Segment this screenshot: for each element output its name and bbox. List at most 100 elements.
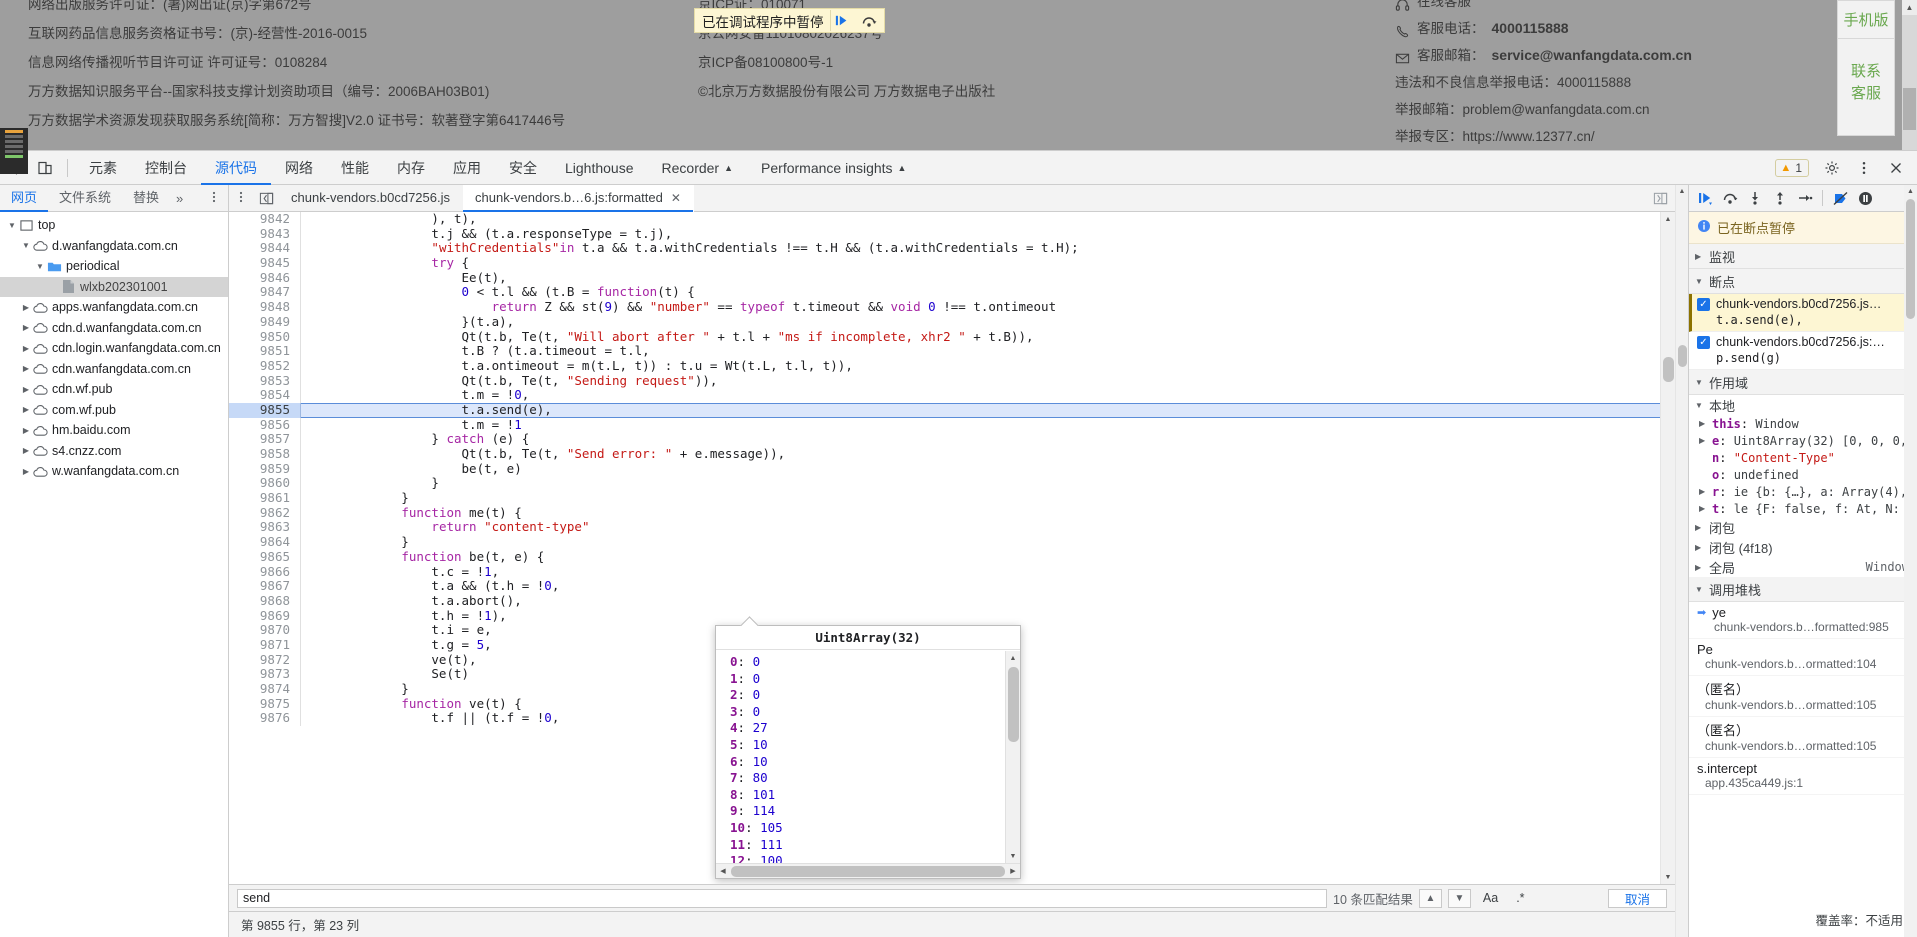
- gear-icon[interactable]: [1817, 154, 1847, 182]
- code-line[interactable]: 9864 }: [229, 534, 1660, 550]
- scope-variable[interactable]: o: undefined: [1689, 466, 1917, 483]
- tab-memory[interactable]: 内存: [383, 151, 439, 185]
- popup-hscrollbar-thumb[interactable]: [731, 865, 1005, 877]
- collapse-sidebar-icon[interactable]: [253, 191, 279, 206]
- kebab-menu-icon[interactable]: [229, 190, 253, 207]
- call-stack-frame[interactable]: s.intercept app.435ca449.js:1: [1689, 758, 1917, 795]
- tree-twisty-icon[interactable]: ▶: [20, 426, 32, 435]
- code-line[interactable]: 9863 return "content-type": [229, 520, 1660, 536]
- step-over-button[interactable]: [1718, 187, 1742, 210]
- popup-vertical-scrollbar[interactable]: ▲ ▼: [1005, 651, 1020, 863]
- line-number[interactable]: 9869: [229, 608, 301, 624]
- editor-tab-formatted[interactable]: chunk-vendors.b…6.js:formatted ✕: [463, 184, 694, 212]
- tree-twisty-icon[interactable]: ▼: [34, 262, 46, 271]
- code-line[interactable]: 9849 }(t.a),: [229, 314, 1660, 330]
- line-number[interactable]: 9867: [229, 578, 301, 594]
- breakpoint-item[interactable]: ✓ chunk-vendors.b0cd7256.js… t.a.send(e)…: [1689, 294, 1917, 332]
- call-stack-frame[interactable]: （匿名） chunk-vendors.b…ormatted:105: [1689, 717, 1917, 758]
- code-line[interactable]: 9843 t.j && (t.a.responseType = t.j),: [229, 226, 1660, 242]
- line-number[interactable]: 9868: [229, 593, 301, 609]
- breakpoint-checkbox[interactable]: ✓: [1697, 298, 1710, 311]
- chevron-right-icon[interactable]: ▶: [1699, 436, 1708, 445]
- breakpoint-item[interactable]: ✓ chunk-vendors.b0cd7256.js:… p.send(g): [1689, 332, 1917, 370]
- code-line[interactable]: 9847 0 < t.l && (t.B = function(t) {: [229, 285, 1660, 301]
- tree-item-top[interactable]: ▼ top: [0, 215, 228, 236]
- mobile-version-button[interactable]: 手机版: [1838, 1, 1894, 38]
- line-number[interactable]: 9859: [229, 461, 301, 477]
- tree-item-d.wanfangdata.com.cn[interactable]: ▼ d.wanfangdata.com.cn: [0, 236, 228, 257]
- call-stack-frame[interactable]: ➡ ye chunk-vendors.b…formatted:985: [1689, 602, 1917, 639]
- code-line[interactable]: 9859 be(t, e): [229, 461, 1660, 477]
- code-line[interactable]: 9868 t.a.abort(),: [229, 593, 1660, 609]
- tab-application[interactable]: 应用: [439, 151, 495, 185]
- line-number[interactable]: 9876: [229, 711, 301, 727]
- code-line[interactable]: 9851 t.B ? (t.a.timeout = t.l,: [229, 343, 1660, 359]
- scope-variable[interactable]: ▶ e: Uint8Array(32) [0, 0, 0,: [1689, 432, 1917, 449]
- code-line[interactable]: 9853 Qt(t.b, Te(t, "Sending request")),: [229, 373, 1660, 389]
- chevron-right-icon[interactable]: ▶: [1695, 543, 1704, 552]
- code-line[interactable]: 9860 }: [229, 476, 1660, 492]
- tree-item-w.wanfangdata.com.cn[interactable]: ▶ w.wanfangdata.com.cn: [0, 461, 228, 482]
- step-into-button[interactable]: [1743, 187, 1767, 210]
- nav-more-tabs-button[interactable]: »: [170, 191, 189, 206]
- code-line[interactable]: 9857 } catch (e) {: [229, 431, 1660, 447]
- tree-item-s4.cnzz.com[interactable]: ▶ s4.cnzz.com: [0, 441, 228, 462]
- code-line[interactable]: 9869 t.h = !1),: [229, 608, 1660, 624]
- tree-item-cdn.wf.pub[interactable]: ▶ cdn.wf.pub: [0, 379, 228, 400]
- scroll-up-arrow-icon[interactable]: ▲: [1676, 185, 1688, 197]
- tree-item-hm.baidu.com[interactable]: ▶ hm.baidu.com: [0, 420, 228, 441]
- contact-service-button[interactable]: 联系 客服: [1838, 38, 1894, 113]
- scope-variable[interactable]: ▶ t: le {F: false, f: At, N:: [1689, 500, 1917, 517]
- page-scrollbar[interactable]: ▲: [1902, 0, 1917, 150]
- line-number[interactable]: 9846: [229, 270, 301, 286]
- line-number[interactable]: 9856: [229, 417, 301, 433]
- code-line[interactable]: 9856 t.m = !1: [229, 417, 1660, 433]
- code-line[interactable]: 9861 }: [229, 490, 1660, 506]
- tab-elements[interactable]: 元素: [75, 151, 131, 185]
- kebab-menu-icon[interactable]: [200, 190, 228, 207]
- code-line[interactable]: 9844 "withCredentials"in t.a && t.a.with…: [229, 241, 1660, 257]
- section-watch[interactable]: ▶ 监视: [1689, 244, 1917, 269]
- tab-performance-insights[interactable]: Performance insights ▲: [747, 151, 920, 185]
- scope-variable[interactable]: n: "Content-Type": [1689, 449, 1917, 466]
- step-button[interactable]: [1793, 187, 1817, 210]
- scroll-down-arrow-icon[interactable]: ▼: [1661, 870, 1675, 884]
- match-case-toggle[interactable]: Aa: [1477, 889, 1504, 908]
- tree-item-apps.wanfangdata.com.cn[interactable]: ▶ apps.wanfangdata.com.cn: [0, 297, 228, 318]
- code-line[interactable]: 9846 Ee(t),: [229, 270, 1660, 286]
- tab-console[interactable]: 控制台: [131, 151, 201, 185]
- nav-tab-overrides[interactable]: 替换: [122, 185, 170, 212]
- code-vertical-scrollbar[interactable]: ▲ ▼: [1660, 212, 1675, 884]
- line-number[interactable]: 9843: [229, 226, 301, 242]
- line-number[interactable]: 9851: [229, 343, 301, 359]
- debugger-scrollbar-thumb[interactable]: [1906, 199, 1915, 319]
- tree-twisty-icon[interactable]: ▶: [20, 303, 32, 312]
- tree-twisty-icon[interactable]: ▼: [20, 241, 32, 250]
- tree-item-periodical[interactable]: ▼ periodical: [0, 256, 228, 277]
- warning-count-badge[interactable]: ▲ 1: [1775, 158, 1809, 177]
- tree-item-wlxb202301001[interactable]: wlxb202301001: [0, 276, 228, 297]
- line-number[interactable]: 9861: [229, 490, 301, 506]
- tab-sources[interactable]: 源代码: [201, 151, 271, 185]
- popup-horizontal-scrollbar[interactable]: ◀ ▶: [716, 863, 1020, 878]
- scroll-up-arrow-icon[interactable]: ▲: [1904, 185, 1917, 197]
- code-line[interactable]: 9866 t.c = !1,: [229, 564, 1660, 580]
- resume-button[interactable]: [1693, 187, 1717, 210]
- tree-twisty-icon[interactable]: ▶: [20, 446, 32, 455]
- tab-network[interactable]: 网络: [271, 151, 327, 185]
- tree-twisty-icon[interactable]: ▶: [20, 364, 32, 373]
- code-line[interactable]: 9842 ), t),: [229, 212, 1660, 227]
- page-scrollbar-thumb[interactable]: [1903, 88, 1916, 130]
- scroll-left-arrow-icon[interactable]: ◀: [716, 867, 730, 875]
- tree-twisty-icon[interactable]: ▶: [20, 323, 32, 332]
- chevron-right-icon[interactable]: ▶: [1695, 563, 1704, 572]
- chevron-up-icon[interactable]: ▲: [1418, 888, 1442, 908]
- line-number[interactable]: 9870: [229, 623, 301, 638]
- line-number[interactable]: 9842: [229, 212, 301, 227]
- code-line[interactable]: 9848 return Z && st(9) && "number" == ty…: [229, 299, 1660, 315]
- nav-tab-page[interactable]: 网页: [0, 185, 48, 212]
- kebab-menu-icon[interactable]: [1849, 154, 1879, 182]
- device-toolbar-icon[interactable]: [30, 154, 60, 182]
- tree-item-cdn.wanfangdata.com.cn[interactable]: ▶ cdn.wanfangdata.com.cn: [0, 359, 228, 380]
- deactivate-breakpoints-button[interactable]: [1828, 187, 1852, 210]
